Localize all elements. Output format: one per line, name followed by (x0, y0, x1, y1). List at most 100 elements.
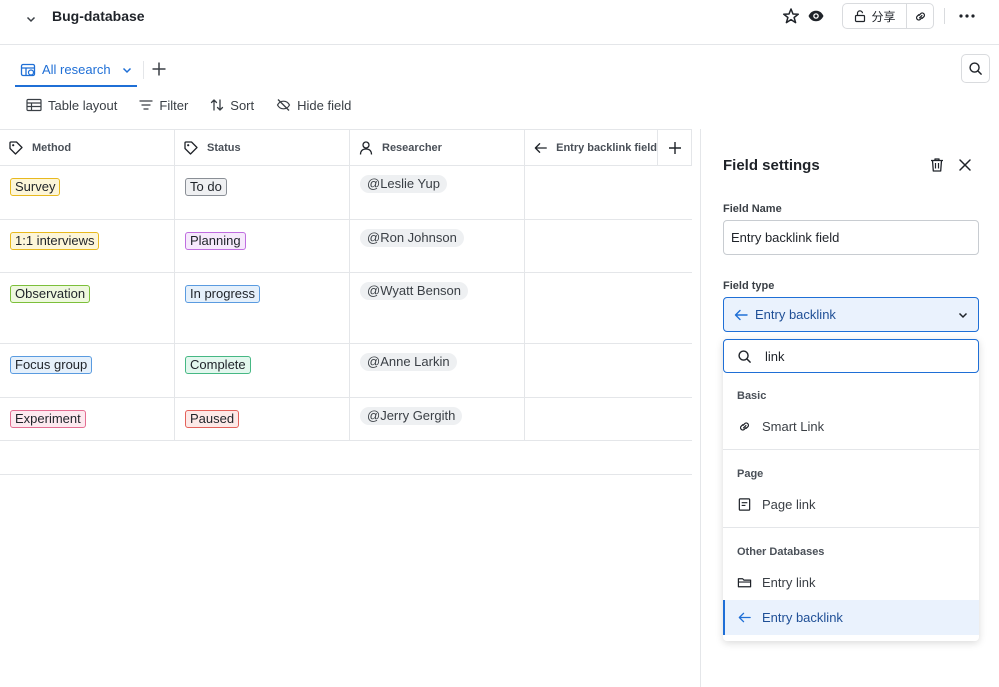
researcher-mention: @Jerry Gergith (360, 407, 463, 425)
entry-backlink-cell[interactable] (525, 273, 692, 343)
research-table: Method Status Researcher Entry backlink … (0, 129, 692, 441)
column-header-label: Method (32, 141, 72, 154)
option-label: Page link (762, 497, 816, 512)
tag-icon (184, 140, 198, 155)
option-page-link[interactable]: Page link (723, 487, 979, 522)
more-options-icon[interactable] (956, 6, 978, 26)
search-icon (738, 349, 751, 363)
table-layout-button[interactable]: Table layout (26, 98, 117, 113)
field-type-value: Entry backlink (755, 307, 836, 322)
add-column-button[interactable] (658, 130, 692, 165)
table-row[interactable]: Observation In progress @Wyatt Benson (0, 273, 692, 344)
status-tag: Complete (185, 356, 251, 374)
researcher-cell[interactable]: @Wyatt Benson (350, 273, 525, 343)
option-entry-link[interactable]: Entry link (723, 565, 979, 600)
person-icon (359, 140, 373, 155)
arrow-left-icon (734, 309, 748, 320)
collapse-chevron-icon[interactable] (20, 8, 42, 30)
status-cell[interactable]: Planning (175, 220, 350, 272)
status-cell[interactable]: Complete (175, 344, 350, 397)
entry-backlink-cell[interactable] (525, 220, 692, 272)
field-type-search (723, 339, 979, 373)
close-icon[interactable] (956, 156, 974, 174)
status-cell[interactable]: Paused (175, 398, 350, 440)
method-tag: Observation (10, 285, 91, 303)
search-button[interactable] (961, 54, 990, 83)
column-header-label: Researcher (382, 141, 442, 154)
sort-button[interactable]: Sort (210, 98, 254, 113)
researcher-mention: @Wyatt Benson (360, 282, 469, 300)
table-layout-icon (26, 98, 42, 112)
researcher-cell[interactable]: @Jerry Gergith (350, 398, 525, 440)
hide-field-button[interactable]: Hide field (276, 98, 351, 113)
share-button[interactable]: 分享 (843, 4, 907, 28)
method-tag: Survey (10, 178, 61, 196)
column-header-method[interactable]: Method (0, 130, 175, 165)
status-cell[interactable]: To do (175, 166, 350, 219)
group-label-basic: Basic (737, 390, 767, 402)
field-name-input[interactable] (723, 220, 979, 255)
field-type-select[interactable]: Entry backlink (723, 297, 979, 332)
method-tag: Experiment (10, 410, 86, 428)
status-tag: To do (185, 178, 227, 196)
researcher-mention: @Leslie Yup (360, 175, 447, 193)
method-cell[interactable]: Focus group (0, 344, 175, 397)
column-header-researcher[interactable]: Researcher (350, 130, 525, 165)
sort-label: Sort (230, 97, 255, 113)
filter-button[interactable]: Filter (139, 98, 188, 113)
table-header: Method Status Researcher Entry backlink … (0, 129, 692, 166)
search-icon (969, 62, 982, 75)
eye-icon[interactable] (806, 6, 826, 26)
arrow-left-icon (534, 142, 547, 153)
method-cell[interactable]: Survey (0, 166, 175, 219)
dropdown-divider (723, 527, 979, 528)
trash-icon[interactable] (928, 156, 946, 174)
plus-icon (668, 141, 681, 154)
researcher-cell[interactable]: @Ron Johnson (350, 220, 525, 272)
option-label: Entry backlink (762, 610, 843, 625)
share-label: 分享 (871, 9, 896, 24)
entry-backlink-cell[interactable] (525, 398, 692, 440)
table-layout-label: Table layout (48, 97, 118, 113)
option-entry-backlink[interactable]: Entry backlink (723, 600, 979, 635)
top-bar: Bug-database 分享 (0, 0, 999, 45)
field-name-label: Field Name (723, 203, 782, 215)
table-row[interactable]: Focus group Complete @Anne Larkin (0, 344, 692, 398)
column-header-label: Entry backlink field (556, 141, 657, 154)
method-cell[interactable]: Observation (0, 273, 175, 343)
status-cell[interactable]: In progress (175, 273, 350, 343)
method-cell[interactable]: 1:1 interviews (0, 220, 175, 272)
star-icon[interactable] (781, 6, 801, 26)
add-view-button[interactable] (150, 60, 168, 78)
table-row[interactable]: Survey To do @Leslie Yup (0, 166, 692, 220)
entry-backlink-cell[interactable] (525, 166, 692, 219)
field-settings-panel: Field settings Field Name Field type Ent… (700, 129, 999, 687)
method-cell[interactable]: Experiment (0, 398, 175, 440)
link-icon (740, 422, 749, 431)
option-smart-link[interactable]: Smart Link (723, 409, 979, 444)
sort-icon (211, 99, 224, 111)
researcher-mention: @Ron Johnson (360, 229, 464, 247)
researcher-cell[interactable]: @Leslie Yup (350, 166, 525, 219)
field-type-search-input[interactable] (765, 348, 945, 364)
hide-field-label: Hide field (297, 97, 352, 113)
entry-backlink-cell[interactable] (525, 344, 692, 397)
eye-off-icon (276, 99, 291, 111)
tab-all-research-label: All research (42, 62, 111, 77)
table-row[interactable]: 1:1 interviews Planning @Ron Johnson (0, 220, 692, 273)
copy-link-button[interactable] (907, 4, 933, 28)
table-row[interactable]: Experiment Paused @Jerry Gergith (0, 398, 692, 441)
option-label: Smart Link (762, 419, 825, 434)
chevron-down-icon (122, 67, 131, 74)
unlock-icon (855, 10, 866, 23)
method-tag: 1:1 interviews (10, 232, 100, 250)
column-header-entry-backlink[interactable]: Entry backlink field (525, 130, 658, 165)
field-type-dropdown: Basic Smart Link Page Page link Other Da… (723, 339, 979, 641)
dropdown-divider (723, 449, 979, 450)
tab-all-research[interactable]: All research (15, 55, 137, 87)
page-icon (738, 498, 751, 511)
filter-icon (139, 100, 154, 110)
column-header-status[interactable]: Status (175, 130, 350, 165)
researcher-mention: @Anne Larkin (360, 353, 457, 371)
researcher-cell[interactable]: @Anne Larkin (350, 344, 525, 397)
